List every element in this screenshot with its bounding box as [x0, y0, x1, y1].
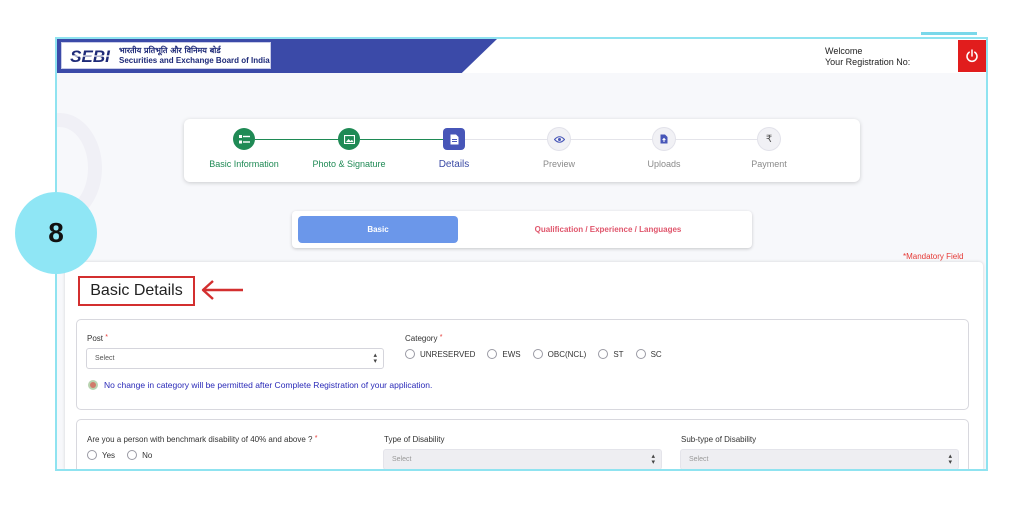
post-label: Post * — [87, 334, 108, 343]
welcome-label: Welcome — [825, 46, 863, 56]
select-caret-icon: ▴ ▾ — [651, 453, 655, 466]
step-payment[interactable]: ₹ Payment — [714, 128, 824, 169]
warning-dot-icon — [88, 380, 98, 390]
radio-button[interactable] — [532, 349, 543, 359]
upload-file-icon — [653, 128, 675, 150]
registration-number-label: Your Registration No: — [825, 57, 911, 67]
radio-button[interactable] — [487, 349, 498, 359]
category-label-text: Category — [405, 334, 438, 343]
type-of-disability-select[interactable]: Select ▴ ▾ — [383, 449, 662, 469]
eye-icon — [548, 128, 570, 150]
image-icon — [338, 128, 360, 150]
org-name-english: Securities and Exchange Board of India — [119, 55, 270, 65]
post-select-value: Select — [95, 355, 115, 362]
sebi-logo-mark: SEBI — [62, 43, 117, 68]
header-bar: SEBI भारतीय प्रतिभूति और विनिमय बोर्ड Se… — [57, 39, 986, 73]
category-warning-note: No change in category will be permitted … — [88, 380, 432, 390]
type-of-disability-label: Type of Disability — [384, 435, 445, 444]
org-name-hindi: भारतीय प्रतिभूति और विनिमय बोर्ड — [119, 45, 221, 55]
category-option-ews[interactable]: EWS — [487, 349, 521, 359]
app-window: SEBI भारतीय प्रतिभूति और विनिमय बोर्ड Se… — [55, 37, 988, 471]
pointer-arrow-icon — [201, 280, 243, 300]
logout-button[interactable] — [958, 40, 986, 72]
required-mark: * — [105, 334, 108, 341]
step-photo-signature[interactable]: Photo & Signature — [294, 128, 404, 169]
tab-qualification-experience-languages[interactable]: Qualification / Experience / Languages — [488, 216, 728, 243]
category-option-sc[interactable]: SC — [635, 349, 662, 359]
step-details[interactable]: Details — [399, 128, 509, 170]
radio-button[interactable] — [127, 450, 138, 460]
post-category-section: Post * Select ▴ ▾ Category * UNRESERVED E… — [76, 319, 969, 410]
step-label: Uploads — [647, 159, 681, 169]
step-label: Details — [438, 159, 470, 170]
step-preview[interactable]: Preview — [504, 128, 614, 169]
disability-radio-group: Yes No — [87, 450, 158, 460]
org-name: भारतीय प्रतिभूति और विनिमय बोर्ड Securit… — [117, 46, 270, 66]
mandatory-field-note: *Mandatory Field — [903, 252, 964, 261]
disability-section: Are you a person with benchmark disabili… — [76, 419, 969, 469]
section-title: Basic Details — [90, 282, 183, 299]
radio-label: No — [142, 450, 153, 460]
disability-question-text: Are you a person with benchmark disabili… — [87, 435, 313, 444]
radio-button[interactable] — [405, 349, 415, 359]
disability-question-label: Are you a person with benchmark disabili… — [87, 435, 317, 444]
document-icon — [443, 128, 465, 150]
radio-label: UNRESERVED — [420, 349, 476, 359]
required-mark: * — [439, 334, 443, 341]
step-label: Photo & Signature — [312, 159, 386, 169]
radio-label: ST — [613, 349, 624, 359]
list-icon — [233, 128, 255, 150]
type-of-disability-value: Select — [392, 456, 412, 463]
subtype-disability-value: Select — [689, 456, 709, 463]
radio-label: SC — [650, 349, 662, 359]
select-caret-icon: ▴ ▾ — [373, 352, 377, 365]
power-icon — [966, 49, 978, 63]
section-title-highlight: Basic Details — [78, 276, 195, 306]
radio-label: EWS — [502, 349, 521, 359]
required-mark: * — [314, 435, 318, 442]
step-label: Payment — [751, 159, 787, 169]
radio-button[interactable] — [598, 349, 609, 359]
sebi-logo[interactable]: SEBI भारतीय प्रतिभूति और विनिमय बोर्ड Se… — [61, 42, 271, 69]
radio-button[interactable] — [87, 450, 97, 460]
category-option-st[interactable]: ST — [598, 349, 624, 359]
disability-option-yes[interactable]: Yes — [87, 450, 115, 460]
subtype-disability-select[interactable]: Select ▴ ▾ — [680, 449, 959, 469]
category-label: Category * — [405, 334, 442, 343]
step-number: 8 — [48, 217, 64, 248]
form-tabs: Basic Qualification / Experience / Langu… — [292, 211, 752, 248]
radio-button[interactable] — [635, 349, 646, 359]
select-caret-icon: ▴ ▾ — [948, 453, 952, 466]
registration-stepper: Basic Information Photo & Signature Deta… — [184, 119, 860, 182]
post-label-text: Post — [87, 334, 104, 343]
post-select[interactable]: Select ▴ ▾ — [86, 348, 384, 369]
category-option-obc-ncl[interactable]: OBC(NCL) — [532, 349, 587, 359]
radio-label: OBC(NCL) — [547, 349, 587, 359]
step-number-badge: 8 — [15, 192, 97, 274]
category-warning-text: No change in category will be permitted … — [104, 380, 433, 390]
rupee-icon: ₹ — [758, 128, 780, 150]
top-accent-line — [921, 32, 977, 35]
welcome-block: Welcome Your Registration No: — [825, 46, 910, 68]
step-basic-information[interactable]: Basic Information — [189, 128, 299, 169]
tab-basic[interactable]: Basic — [298, 216, 458, 243]
category-option-unreserved[interactable]: UNRESERVED — [405, 349, 475, 359]
step-label: Basic Information — [209, 159, 279, 169]
step-uploads[interactable]: Uploads — [609, 128, 719, 169]
subtype-disability-label: Sub-type of Disability — [681, 435, 757, 444]
radio-label: Yes — [102, 450, 116, 460]
disability-option-no[interactable]: No — [127, 450, 152, 460]
category-radio-group: UNRESERVED EWS OBC(NCL) ST SC — [405, 349, 668, 359]
step-label: Preview — [542, 159, 575, 169]
